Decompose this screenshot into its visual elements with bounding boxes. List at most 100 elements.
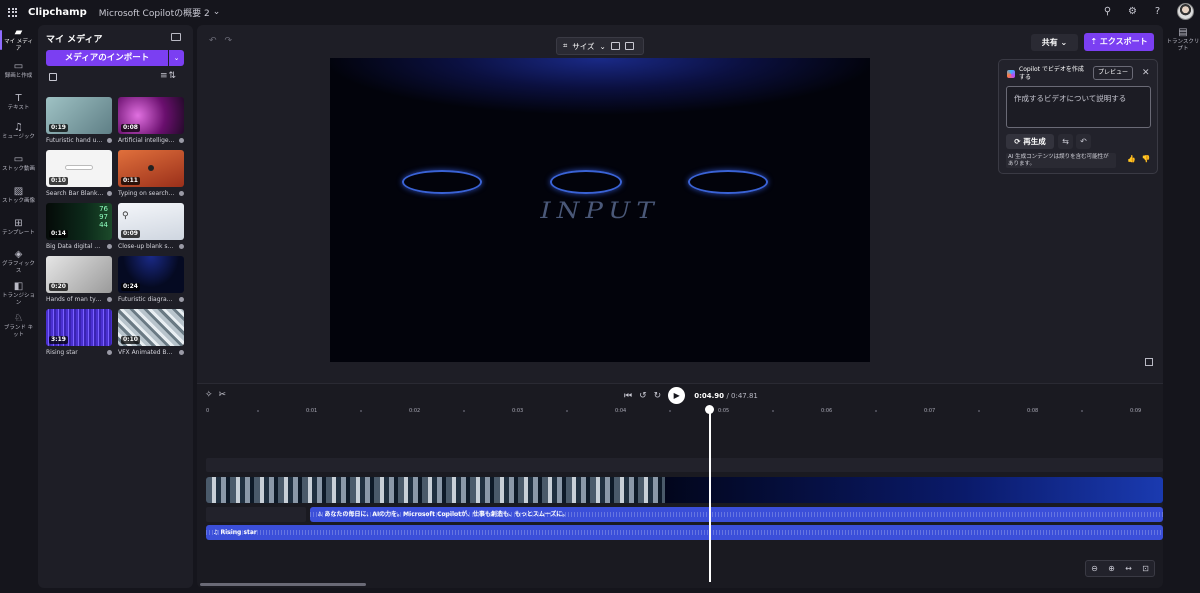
media-item[interactable]: 0:19 Futuristic hand usin... — [46, 97, 112, 144]
horizontal-scrollbar[interactable] — [200, 583, 366, 586]
video-description-input[interactable]: 作成するビデオについて説明する — [1006, 86, 1151, 128]
close-icon[interactable]: ✕ — [1142, 68, 1150, 78]
zoom-in-icon[interactable]: ⊕ — [1108, 564, 1115, 573]
more-options-icon[interactable] — [107, 138, 112, 143]
rail-item-brand-kit[interactable]: ♘ ブランド キット — [2, 314, 35, 338]
aspect-ratio-toolbar: ⌗ サイズ ⌄ — [556, 37, 644, 55]
ai-disclaimer: AI 生成コンテンツは誤りを含む可能性があります。 — [1006, 153, 1116, 168]
split-icon[interactable]: ✂ — [219, 390, 233, 400]
expand-icon[interactable]: ⊡ — [1142, 564, 1149, 573]
rail-item-transcript[interactable]: ▤ トランスクリプト — [1166, 24, 1200, 64]
filter-icon[interactable]: ≡ — [160, 71, 169, 81]
video-track[interactable] — [206, 477, 1163, 503]
regenerate-button[interactable]: ⟳ 再生成 — [1006, 134, 1054, 149]
rail-item-label: テンプレート — [2, 230, 35, 236]
rail-item-stock-image[interactable]: ▨ ストック画像 — [2, 187, 35, 205]
video-canvas[interactable]: INPUT — [330, 58, 870, 362]
undo-icon[interactable]: ↶ — [209, 36, 225, 46]
undo-icon[interactable]: ↶ — [1076, 134, 1091, 149]
media-item[interactable]: 3:19 Rising star — [46, 309, 112, 356]
media-item[interactable]: 0:10 VFX Animated Back... — [118, 309, 184, 356]
more-options-icon[interactable] — [179, 350, 184, 355]
empty-track[interactable] — [206, 458, 1163, 472]
rail-item-text[interactable]: T テキスト — [2, 94, 35, 112]
rail-item-label: ストック画像 — [2, 198, 36, 204]
select-all-checkbox[interactable] — [49, 73, 57, 81]
camera-icon: ▭ — [13, 61, 24, 72]
skip-back-icon[interactable]: ⏮ — [624, 391, 632, 401]
more-options-icon[interactable] — [107, 350, 112, 355]
rail-item-transitions[interactable]: ◧ トランジション — [2, 282, 35, 306]
magic-icon[interactable]: ✧ — [205, 390, 219, 400]
more-options-icon[interactable] — [179, 244, 184, 249]
avatar[interactable] — [1177, 3, 1194, 20]
size-button[interactable]: サイズ — [572, 41, 594, 52]
share-label: 共有 — [1041, 38, 1058, 47]
more-options-icon[interactable] — [179, 138, 184, 143]
fullscreen-icon[interactable] — [1145, 358, 1153, 366]
more-options-icon[interactable] — [107, 297, 112, 302]
forward-icon[interactable]: ↻ — [654, 391, 662, 401]
media-item[interactable]: 0:11 Typing on search b... — [118, 150, 184, 197]
rail-item-label: ミュージック — [2, 134, 35, 140]
rail-item-stock-video[interactable]: ▭ ストック動画 — [2, 155, 35, 173]
help-icon[interactable]: ? — [1152, 6, 1163, 17]
import-dropdown-button[interactable]: ⌄ — [169, 50, 184, 66]
media-thumbnail: 76 97 44 0:14 — [46, 203, 112, 240]
rail-item-record[interactable]: ▭ 録画と作成 — [2, 62, 35, 80]
settings-icon[interactable]: ⚙ — [1127, 6, 1138, 17]
project-title[interactable]: Microsoft Copilotの概要 2 ⌄ — [99, 6, 221, 19]
app-launcher-icon[interactable] — [8, 7, 17, 17]
voiceover-clip[interactable]: ♙ あなたの毎日に、AIの力を。Microsoft Copilotが、仕事も創造… — [310, 507, 1163, 522]
project-title-text: Microsoft Copilotの概要 2 — [98, 8, 210, 19]
media-item[interactable]: 0:20 Hands of man typin... — [46, 256, 112, 303]
video-clip[interactable] — [206, 477, 665, 503]
more-options-icon[interactable] — [107, 191, 112, 196]
crop-icon[interactable]: ⌗ — [563, 41, 567, 51]
import-media-button[interactable]: メディアのインポート — [46, 50, 168, 66]
rail-item-graphics[interactable]: ◈ グラフィックス — [2, 250, 35, 274]
media-item[interactable]: 0:08 Artificial intelligenc... — [118, 97, 184, 144]
music-clip[interactable]: ♫ Rising star — [206, 525, 1163, 540]
collapse-panel-icon[interactable] — [171, 33, 181, 41]
rail-item-label: ブランド キット — [3, 325, 34, 338]
rail-item-my-media[interactable]: ▰ マイ メディア — [0, 27, 35, 52]
media-item[interactable]: 0:10 Search Bar Blank A... — [46, 150, 112, 197]
playhead[interactable] — [709, 410, 711, 582]
time-ruler[interactable]: 0 0:01 0:02 0:03 0:04 0:05 0:06 0:07 0:0… — [205, 408, 1155, 418]
export-button[interactable]: ⇡ エクスポート — [1084, 33, 1154, 51]
thumbs-down-icon[interactable]: 👎 — [1142, 155, 1157, 163]
zoom-out-icon[interactable]: ⊖ — [1091, 564, 1098, 573]
media-caption: Futuristic hand usin... — [46, 137, 104, 144]
fit-icon[interactable] — [610, 42, 620, 50]
settings-sliders-icon[interactable]: ⇆ — [1058, 134, 1073, 149]
rail-item-templates[interactable]: ⊞ テンプレート — [2, 219, 35, 237]
folder-icon: ▰ — [14, 27, 23, 38]
rail-item-music[interactable]: ♫ ミュージック — [2, 123, 35, 141]
media-item[interactable]: 76 97 44 0:14 Big Data digital dis... — [46, 203, 112, 250]
rail-item-label: テキスト — [7, 105, 30, 111]
connect-icon[interactable]: ⚲ — [1102, 6, 1113, 17]
redo-icon[interactable]: ↷ — [225, 36, 241, 46]
template-icon: ⊞ — [14, 218, 23, 229]
chevron-down-icon: ⌄ — [212, 7, 221, 17]
background-icon[interactable] — [624, 42, 634, 50]
fit-width-icon[interactable]: ↔ — [1125, 564, 1132, 573]
more-options-icon[interactable] — [179, 191, 184, 196]
play-button[interactable]: ▶ — [668, 387, 686, 404]
media-caption: Artificial intelligenc... — [118, 137, 176, 144]
media-item[interactable]: ⚲ 0:09 Close-up blank sear... — [118, 203, 184, 250]
empty-track — [206, 507, 306, 522]
video-clip[interactable] — [665, 477, 1163, 503]
text-icon: T — [15, 93, 22, 104]
more-options-icon[interactable] — [107, 244, 112, 249]
more-options-icon[interactable] — [179, 297, 184, 302]
rewind-icon[interactable]: ↺ — [639, 391, 647, 401]
share-button[interactable]: 共有 ⌄ — [1031, 34, 1078, 51]
export-label: エクスポート — [1099, 37, 1148, 46]
search-dot-shape — [148, 165, 154, 171]
sort-icon[interactable]: ⇅ — [169, 71, 178, 81]
media-item[interactable]: 0:24 Futuristic diagram s... — [118, 256, 184, 303]
thumbs-up-icon[interactable]: 👍 — [1127, 155, 1142, 163]
total-time: / 0:47.81 — [726, 391, 758, 400]
